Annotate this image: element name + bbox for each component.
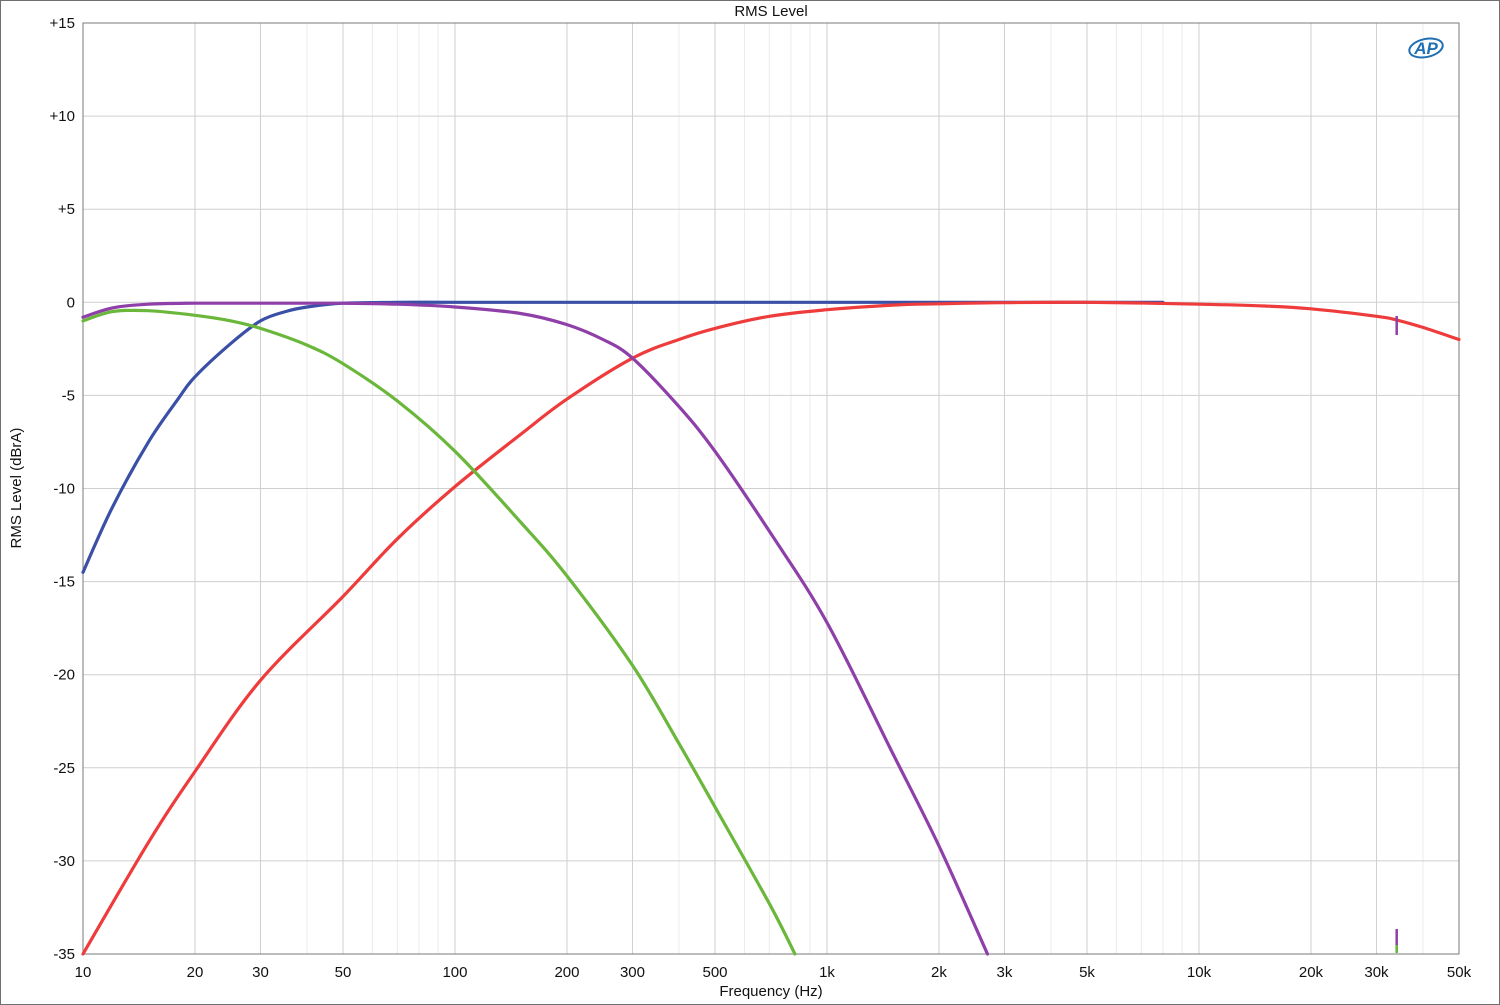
x-tick-label: 30k <box>1364 964 1389 981</box>
y-tick-label: -25 <box>53 760 75 777</box>
x-tick-label: 50k <box>1447 964 1472 981</box>
y-axis-label: RMS Level (dBrA) <box>8 428 25 549</box>
x-tick-labels: 10 20 30 50 100 200 300 500 1k 2k 3k 5k 10k 20k 30k 50k <box>75 964 1472 981</box>
x-tick-label: 20 <box>187 964 204 981</box>
y-tick-label: 0 <box>67 294 75 311</box>
x-tick-label: 5k <box>1079 964 1095 981</box>
y-tick-label: -15 <box>53 574 75 591</box>
x-tick-label: 300 <box>620 964 645 981</box>
x-tick-label: 3k <box>997 964 1013 981</box>
y-tick-label: -20 <box>53 667 75 684</box>
chart-title: RMS Level <box>734 3 807 20</box>
y-tick-label: +5 <box>58 201 75 218</box>
y-tick-label: -35 <box>53 946 75 963</box>
ap-logo-text: AP <box>1413 39 1438 58</box>
y-tick-label: -30 <box>53 853 75 870</box>
y-tick-labels: +15 +10 +5 0 -5 -10 -15 -20 -25 -30 -35 <box>50 15 75 963</box>
x-axis-label: Frequency (Hz) <box>719 983 822 1000</box>
x-tick-label: 20k <box>1299 964 1324 981</box>
x-tick-label: 50 <box>335 964 352 981</box>
y-tick-label: +10 <box>50 108 75 125</box>
x-tick-label: 10 <box>75 964 92 981</box>
rms-level-chart: 10 20 30 50 100 200 300 500 1k 2k 3k 5k 10k 20k 30k 50k… <box>8 3 1472 1000</box>
x-tick-label: 2k <box>931 964 947 981</box>
y-tick-label: -5 <box>62 387 75 404</box>
y-tick-label: +15 <box>50 15 75 32</box>
y-tick-label: -10 <box>53 481 75 498</box>
x-tick-label: 500 <box>702 964 727 981</box>
x-tick-label: 100 <box>442 964 467 981</box>
x-tick-label: 1k <box>819 964 835 981</box>
x-tick-label: 200 <box>554 964 579 981</box>
x-tick-label: 10k <box>1187 964 1212 981</box>
x-tick-label: 30 <box>252 964 269 981</box>
